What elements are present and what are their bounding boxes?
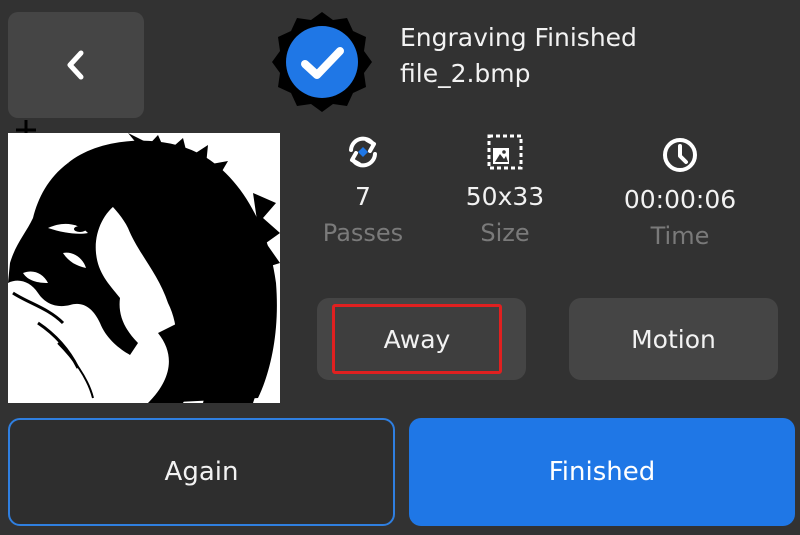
time-value: 00:00:06: [623, 185, 737, 214]
motion-button[interactable]: Motion: [569, 298, 778, 380]
status-title: Engraving Finished: [400, 23, 637, 52]
stat-time: 00:00:06 Time: [610, 135, 750, 251]
finished-button[interactable]: Finished: [409, 418, 795, 526]
header: Engraving Finished file_2.bmp: [400, 20, 637, 92]
back-button[interactable]: [8, 12, 144, 118]
clock-icon: [663, 138, 697, 172]
time-label: Time: [650, 222, 710, 250]
size-label: Size: [480, 219, 530, 247]
again-button[interactable]: Again: [8, 418, 395, 526]
size-value: 50x33: [465, 182, 545, 211]
passes-value: 7: [355, 182, 371, 211]
chevron-left-icon: [67, 50, 84, 80]
lion-image: [8, 133, 280, 403]
passes-label: Passes: [322, 219, 404, 247]
check-badge-icon: [272, 12, 372, 112]
away-button[interactable]: Away: [332, 304, 502, 374]
image-preview: [8, 133, 280, 403]
file-name: file_2.bmp: [400, 59, 531, 88]
image-size-icon: [487, 134, 523, 170]
repeat-icon: [349, 136, 377, 168]
stat-passes: 7 Passes: [293, 132, 433, 248]
stat-size: 50x33 Size: [435, 132, 575, 248]
